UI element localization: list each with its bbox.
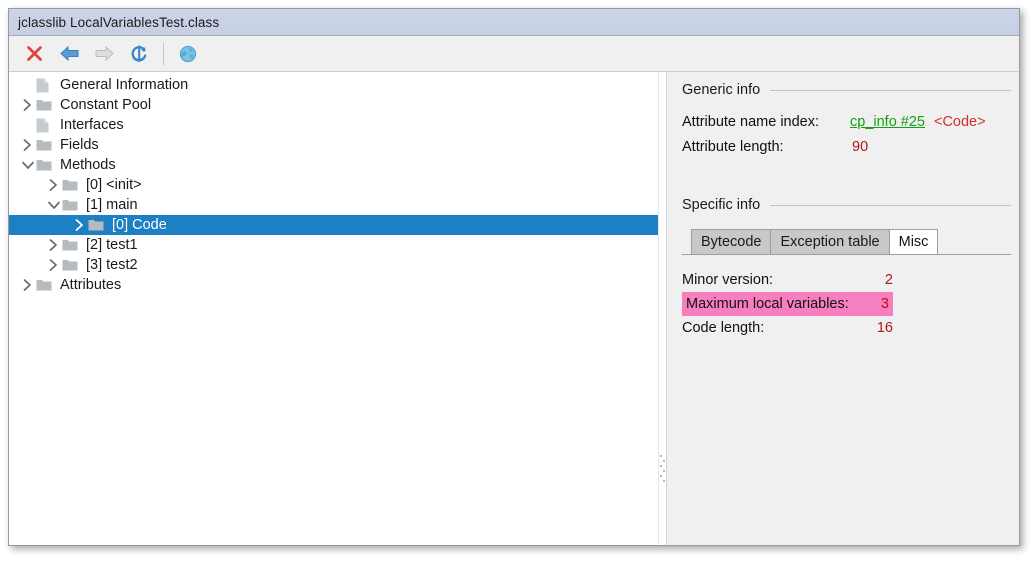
reload-icon[interactable]: [124, 40, 154, 68]
specific-info-heading: Specific info: [682, 197, 1011, 213]
tree-node-label: [0] Code: [112, 217, 167, 233]
misc-row: Code length: 16: [682, 316, 893, 340]
attribute-name-index-row: Attribute name index: cp_info #25 <Code>: [682, 111, 1011, 133]
attribute-name-index-link[interactable]: cp_info #25: [850, 114, 925, 130]
chevron-right-icon[interactable]: [71, 219, 88, 231]
chevron-right-icon[interactable]: [45, 259, 62, 271]
tree-node-label: [3] test2: [86, 257, 138, 273]
folder-icon: [88, 219, 110, 232]
tree-node-label: Methods: [60, 157, 116, 173]
tree-node[interactable]: [0] <init>: [9, 175, 658, 195]
tree-node[interactable]: [1] main: [9, 195, 658, 215]
misc-key: Code length:: [682, 320, 765, 336]
tree-node-label: [2] test1: [86, 237, 138, 253]
specific-info-heading-text: Specific info: [682, 197, 761, 213]
tree-node-label: Fields: [60, 137, 99, 153]
misc-value: 2: [884, 272, 893, 288]
misc-row: Minor version: 2: [682, 268, 893, 292]
attribute-name-index-extra: <Code>: [933, 114, 986, 130]
misc-row-highlighted: Maximum local variables: 3: [682, 292, 893, 316]
misc-key: Maximum local variables:: [686, 296, 849, 312]
tree-node[interactable]: Methods: [9, 155, 658, 175]
folder-icon: [36, 159, 58, 172]
tree-node[interactable]: [2] test1: [9, 235, 658, 255]
specific-info-rule: [770, 204, 1011, 206]
tree-node-label: [1] main: [86, 197, 138, 213]
attribute-length-row: Attribute length: 90: [682, 136, 1011, 158]
chevron-right-icon[interactable]: [19, 279, 36, 291]
tree-node[interactable]: General Information: [9, 75, 658, 95]
tab-bytecode[interactable]: Bytecode: [691, 229, 772, 254]
class-structure-tree-pane[interactable]: General Information Constant Pool Interfac…: [9, 72, 658, 545]
title-bar: jclasslib LocalVariablesTest.class: [9, 9, 1019, 36]
class-structure-tree[interactable]: General Information Constant Pool Interfac…: [9, 72, 658, 295]
misc-value: 3: [880, 296, 889, 312]
tab-exception-table[interactable]: Exception table: [771, 229, 890, 254]
generic-info-rule: [770, 89, 1011, 91]
forward-arrow-icon: [89, 40, 119, 68]
close-icon[interactable]: [19, 40, 49, 68]
tree-node[interactable]: Attributes: [9, 275, 658, 295]
specific-info-tabstrip[interactable]: Bytecode Exception table Misc: [691, 228, 1011, 254]
folder-icon: [62, 179, 84, 192]
generic-info-heading: Generic info: [682, 82, 1011, 98]
chevron-right-icon[interactable]: [19, 139, 36, 151]
attribute-name-index-label: Attribute name index:: [682, 114, 820, 130]
application-window: jclasslib LocalVariablesTest.class Gener…: [8, 8, 1020, 546]
folder-icon: [36, 279, 58, 292]
chevron-down-icon[interactable]: [19, 161, 36, 170]
folder-icon: [62, 239, 84, 252]
tree-node-label: Constant Pool: [60, 97, 152, 113]
folder-icon: [62, 259, 84, 272]
toolbar-separator: [163, 42, 164, 65]
browse-globe-icon[interactable]: [173, 40, 203, 68]
misc-tab-panel: Minor version: 2 Maximum local variables: 3…: [682, 255, 1011, 340]
tree-node-label: Interfaces: [60, 117, 124, 133]
generic-info-section: Generic info Attribute name index: cp_in…: [682, 82, 1011, 158]
splitter-grip-icon[interactable]: [660, 452, 665, 482]
tree-node[interactable]: [0] Code: [9, 215, 658, 235]
tree-node-label: General Information: [60, 77, 189, 93]
toolbar: [9, 36, 1019, 72]
tree-node[interactable]: Fields: [9, 135, 658, 155]
back-arrow-icon[interactable]: [54, 40, 84, 68]
chevron-down-icon[interactable]: [45, 201, 62, 210]
pane-splitter[interactable]: [658, 72, 667, 545]
attribute-length-value: 90: [852, 139, 869, 155]
misc-key: Minor version:: [682, 272, 774, 288]
tree-node-label: [0] <init>: [86, 177, 142, 193]
folder-icon: [62, 199, 84, 212]
tree-node[interactable]: [3] test2: [9, 255, 658, 275]
window-title: jclasslib LocalVariablesTest.class: [18, 14, 220, 30]
tree-node[interactable]: Interfaces: [9, 115, 658, 135]
document-icon: [36, 118, 58, 133]
specific-info-section: Specific info Bytecode Exception table Mis…: [682, 197, 1011, 340]
chevron-right-icon[interactable]: [45, 239, 62, 251]
tree-node-label: Attributes: [60, 277, 122, 293]
generic-info-heading-text: Generic info: [682, 82, 761, 98]
attribute-length-label: Attribute length:: [682, 139, 784, 155]
chevron-right-icon[interactable]: [45, 179, 62, 191]
folder-icon: [36, 99, 58, 112]
tab-misc[interactable]: Misc: [889, 229, 939, 254]
document-icon: [36, 78, 58, 93]
folder-icon: [36, 139, 58, 152]
chevron-right-icon[interactable]: [19, 99, 36, 111]
attribute-detail-pane: Generic info Attribute name index: cp_in…: [667, 72, 1019, 545]
misc-value: 16: [876, 320, 893, 336]
main-split: General Information Constant Pool Interfac…: [9, 72, 1019, 545]
tree-node[interactable]: Constant Pool: [9, 95, 658, 115]
